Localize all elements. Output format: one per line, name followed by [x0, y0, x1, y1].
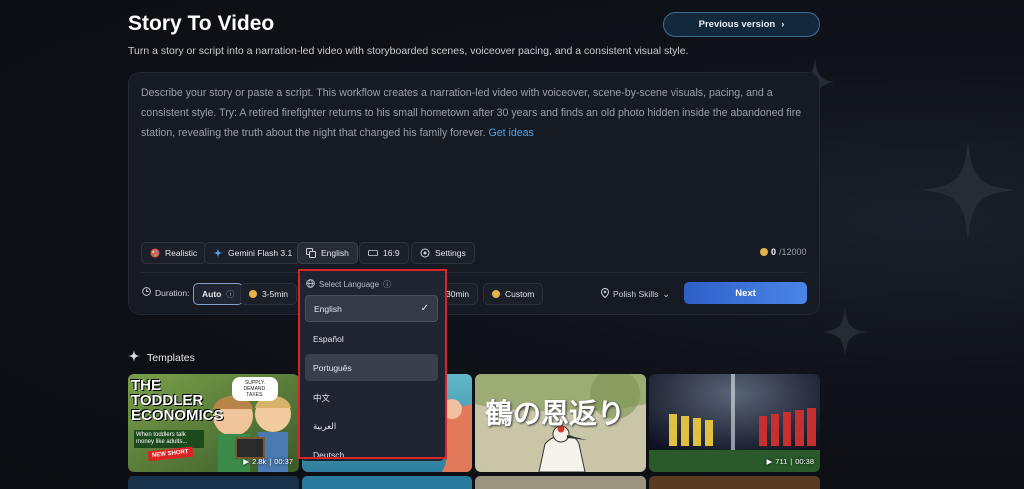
- language-chip[interactable]: English: [297, 242, 358, 264]
- translate-icon: [306, 248, 316, 258]
- crane-headline: 鶴の恩返り: [485, 397, 626, 430]
- language-chip-label: English: [321, 248, 349, 258]
- aspect-ratio-chip[interactable]: 16:9: [359, 242, 409, 264]
- video-duration: 00:37: [274, 457, 293, 466]
- templates-title: Templates: [147, 351, 195, 364]
- previous-version-label: Previous version: [698, 19, 776, 30]
- next-button[interactable]: Next: [684, 282, 807, 304]
- credits-total: /12000: [779, 247, 807, 257]
- settings-chip-label: Settings: [435, 248, 466, 258]
- duration-label-text: Duration:: [155, 287, 190, 298]
- thumb-meta: ▶ 711 | 00:38: [766, 457, 814, 466]
- page-title: Story To Video: [128, 12, 275, 35]
- checkmark-icon: ✓: [420, 303, 429, 314]
- aspect-ratio-icon: [368, 248, 378, 258]
- style-chip[interactable]: Realistic: [141, 242, 207, 264]
- location-pin-icon: [600, 287, 610, 300]
- language-option-label: English: [314, 303, 342, 314]
- duration-label: Duration:: [142, 287, 190, 298]
- video-duration: 00:38: [795, 457, 814, 466]
- globe-icon: [306, 279, 315, 290]
- language-option-arabic[interactable]: العربية: [305, 413, 438, 440]
- chevron-down-icon: ⌄: [662, 288, 670, 299]
- sparkle-icon: [128, 350, 140, 365]
- credits-counter: 0 /12000: [760, 247, 807, 257]
- story-input[interactable]: Describe your story or paste a script. T…: [141, 83, 811, 143]
- duration-auto-button[interactable]: Auto ⓘ: [193, 283, 244, 305]
- coin-icon: [492, 290, 500, 298]
- duration-custom-button[interactable]: Custom: [483, 283, 544, 305]
- gemini-icon: [213, 248, 223, 258]
- duration-30min-label: 30min: [446, 289, 470, 299]
- language-option-label: Deutsch: [313, 450, 345, 458]
- language-option-label: 中文: [313, 392, 331, 403]
- toddler-headline: THE TODDLER ECONOMICS: [131, 377, 224, 424]
- view-count: 2.8k: [252, 457, 267, 466]
- page-subtitle: Turn a story or script into a narration-…: [128, 45, 689, 57]
- story-input-placeholder: Describe your story or paste a script. T…: [141, 87, 802, 139]
- duration-30min-button[interactable]: 30min: [440, 283, 479, 305]
- language-option-label: Português: [313, 362, 352, 373]
- get-ideas-link[interactable]: Get ideas: [488, 127, 533, 139]
- credits-used: 0: [771, 247, 777, 257]
- play-icon: ▶: [243, 457, 250, 466]
- template-card-row2[interactable]: [128, 476, 299, 489]
- template-card-crane[interactable]: 鶴の恩返り: [475, 374, 646, 472]
- card-divider: [141, 272, 807, 273]
- polish-skills-label: Polish Skills: [613, 289, 659, 299]
- language-option-english[interactable]: English ✓: [305, 295, 438, 322]
- model-chip[interactable]: Gemini Flash 3.1: [204, 242, 302, 264]
- settings-chip[interactable]: Settings: [411, 242, 475, 264]
- template-card-row2[interactable]: [475, 476, 646, 489]
- language-option-portuguese[interactable]: Português: [305, 354, 438, 381]
- duration-custom-label: Custom: [505, 289, 535, 299]
- template-card-row2[interactable]: [302, 476, 472, 489]
- clock-icon: [142, 287, 151, 298]
- chevron-right-icon: ›: [781, 19, 785, 30]
- language-option-chinese[interactable]: 中文: [305, 384, 438, 411]
- duration-auto-label: Auto: [202, 289, 222, 299]
- toddler-speech-bubble: SUPPLY. DEMAND. TAXES.: [232, 377, 278, 401]
- coin-icon: [249, 290, 257, 298]
- templates-heading: Templates: [128, 350, 195, 365]
- template-card-stadium[interactable]: ▶ 711 | 00:38: [649, 374, 820, 472]
- sparkle-icon: [920, 140, 1016, 240]
- language-option-german[interactable]: Deutsch: [305, 442, 438, 458]
- language-dropdown-title: Select Language: [319, 280, 380, 289]
- view-count: 711: [775, 457, 788, 466]
- palette-icon: [150, 248, 160, 258]
- play-icon: ▶: [766, 457, 773, 466]
- duration-3-5min-button[interactable]: 3-5min: [240, 283, 297, 305]
- language-option-spanish[interactable]: Español: [305, 325, 438, 352]
- aspect-ratio-label: 16:9: [383, 248, 400, 258]
- gear-icon: [420, 248, 430, 258]
- coin-icon: [760, 248, 768, 256]
- previous-version-button[interactable]: Previous version ›: [663, 12, 820, 37]
- style-chip-label: Realistic: [165, 248, 198, 258]
- info-icon: ⓘ: [226, 289, 235, 299]
- template-card-row2[interactable]: [649, 476, 820, 489]
- duration-3-5min-label: 3-5min: [262, 289, 288, 299]
- sparkle-icon: [822, 308, 868, 356]
- model-chip-label: Gemini Flash 3.1: [228, 248, 293, 258]
- thumb-meta: ▶ 2.8k | 00:37: [243, 457, 293, 466]
- language-option-label: Español: [313, 333, 344, 344]
- language-dropdown-header: Select Language ⓘ: [306, 279, 391, 290]
- polish-skills-dropdown[interactable]: Polish Skills ⌄: [600, 287, 670, 300]
- toddler-caption: When toddlers talk money like adults...: [134, 430, 204, 448]
- info-icon: ⓘ: [383, 280, 392, 289]
- template-card-toddler-economics[interactable]: THE TODDLER ECONOMICS When toddlers talk…: [128, 374, 299, 472]
- language-option-label: العربية: [313, 421, 337, 431]
